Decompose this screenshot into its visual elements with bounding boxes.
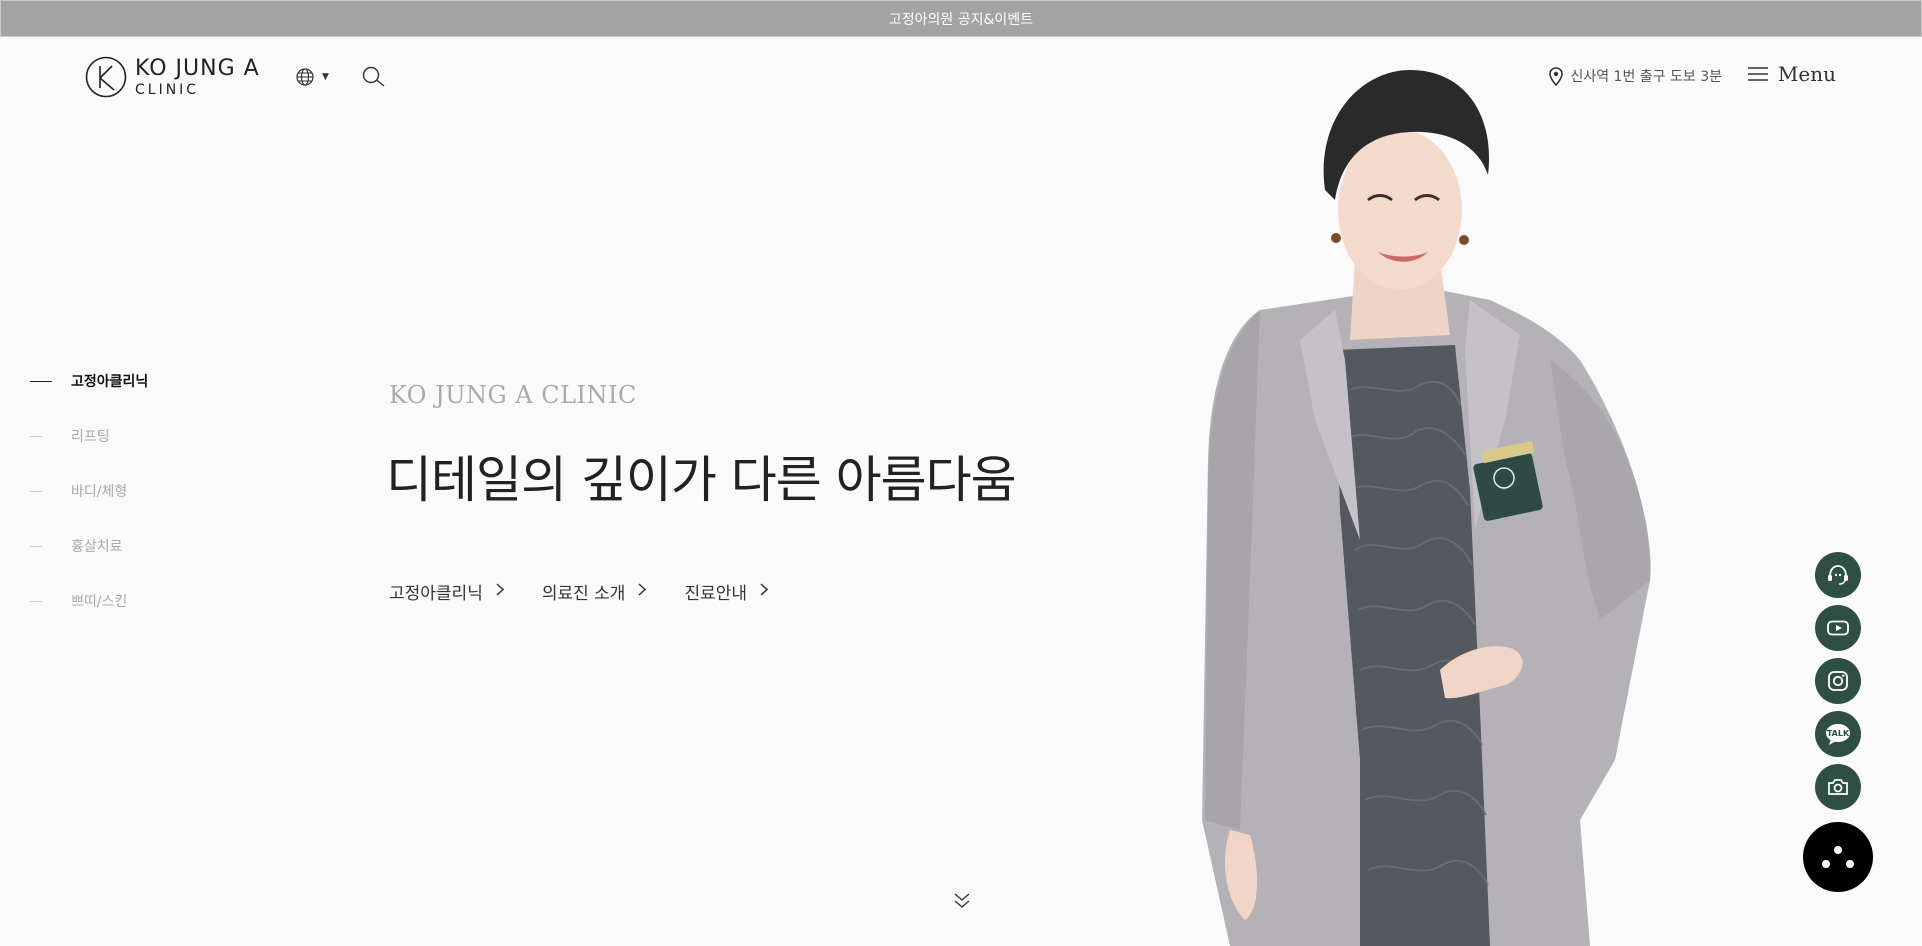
hero-link-info[interactable]: 진료안내	[684, 579, 769, 604]
section-nav: 고정아클리닉 리프팅 바디/체형 흉살치료 쁘띠/스킨	[30, 370, 148, 645]
hero-subtitle: KO JUNG A CLINIC	[389, 381, 637, 409]
notice-bar[interactable]: 고정아의원 공지&이벤트	[0, 0, 1922, 37]
menu-button[interactable]: Menu	[1747, 62, 1836, 86]
chevron-right-icon	[496, 583, 504, 600]
section-nav-label: 고정아클리닉	[71, 374, 149, 390]
hero-links: 고정아클리닉 의료진 소개 진료안내	[389, 579, 806, 604]
globe-icon	[296, 68, 314, 86]
camera-icon	[1828, 779, 1848, 795]
section-nav-item-body[interactable]: 바디/체형	[30, 480, 148, 502]
instagram-button[interactable]	[1815, 658, 1861, 704]
nav-dash	[30, 435, 42, 437]
menu-label: Menu	[1777, 62, 1836, 86]
youtube-button[interactable]	[1815, 605, 1861, 651]
nav-dash	[30, 490, 42, 492]
language-selector[interactable]: ▼	[296, 68, 329, 86]
more-options-button[interactable]	[1803, 822, 1873, 892]
logo-k-icon	[85, 56, 127, 98]
chevron-right-icon	[638, 583, 647, 600]
consult-button[interactable]	[1815, 552, 1861, 598]
clinic-logo[interactable]: KO JUNG A CLINIC	[85, 56, 260, 98]
section-nav-label: 리프팅	[71, 429, 110, 445]
hero-link-label: 의료진 소개	[541, 584, 626, 604]
section-nav-item-lifting[interactable]: 리프팅	[30, 425, 148, 447]
instagram-icon	[1828, 671, 1848, 691]
logo-name: KO JUNG A	[135, 55, 260, 81]
nav-dash	[30, 600, 42, 602]
more-dots-icon	[1822, 846, 1854, 868]
youtube-icon	[1827, 620, 1849, 636]
consult-icon	[1828, 565, 1848, 585]
logo-sub: CLINIC	[135, 81, 200, 98]
chevron-right-icon	[760, 583, 769, 600]
doctor-photo	[1202, 70, 1651, 946]
section-nav-item-petit[interactable]: 쁘띠/스킨	[30, 590, 148, 612]
hero-link-clinic[interactable]: 고정아클리닉	[389, 579, 504, 604]
section-nav-item-scar[interactable]: 흉살치료	[30, 535, 148, 557]
chevron-down-icon: ▼	[322, 72, 329, 82]
hero-link-doctors[interactable]: 의료진 소개	[542, 579, 647, 604]
scroll-down-button[interactable]	[953, 892, 971, 914]
nav-dash	[30, 545, 42, 547]
hero-link-label: 진료안내	[684, 584, 748, 604]
kakaotalk-icon: TALK	[1826, 724, 1850, 745]
hamburger-icon	[1747, 67, 1768, 81]
double-chevron-down-icon	[954, 893, 970, 908]
hero-title: 디테일의 깊이가 다른 아름다움	[386, 451, 1017, 509]
search-button[interactable]	[362, 66, 386, 92]
search-icon	[362, 66, 385, 87]
section-nav-item-clinic[interactable]: 고정아클리닉	[30, 370, 148, 392]
section-nav-label: 쁘띠/스킨	[71, 594, 128, 610]
kakaotalk-button[interactable]: TALK	[1815, 711, 1861, 757]
hero-link-label: 고정아클리닉	[389, 584, 483, 604]
section-nav-label: 흉살치료	[71, 539, 123, 555]
floating-buttons: TALK	[1815, 552, 1861, 817]
section-nav-label: 바디/체형	[71, 484, 128, 500]
camera-button[interactable]	[1815, 764, 1861, 810]
nav-dash	[30, 380, 52, 382]
kakaotalk-label: TALK	[1827, 729, 1850, 738]
